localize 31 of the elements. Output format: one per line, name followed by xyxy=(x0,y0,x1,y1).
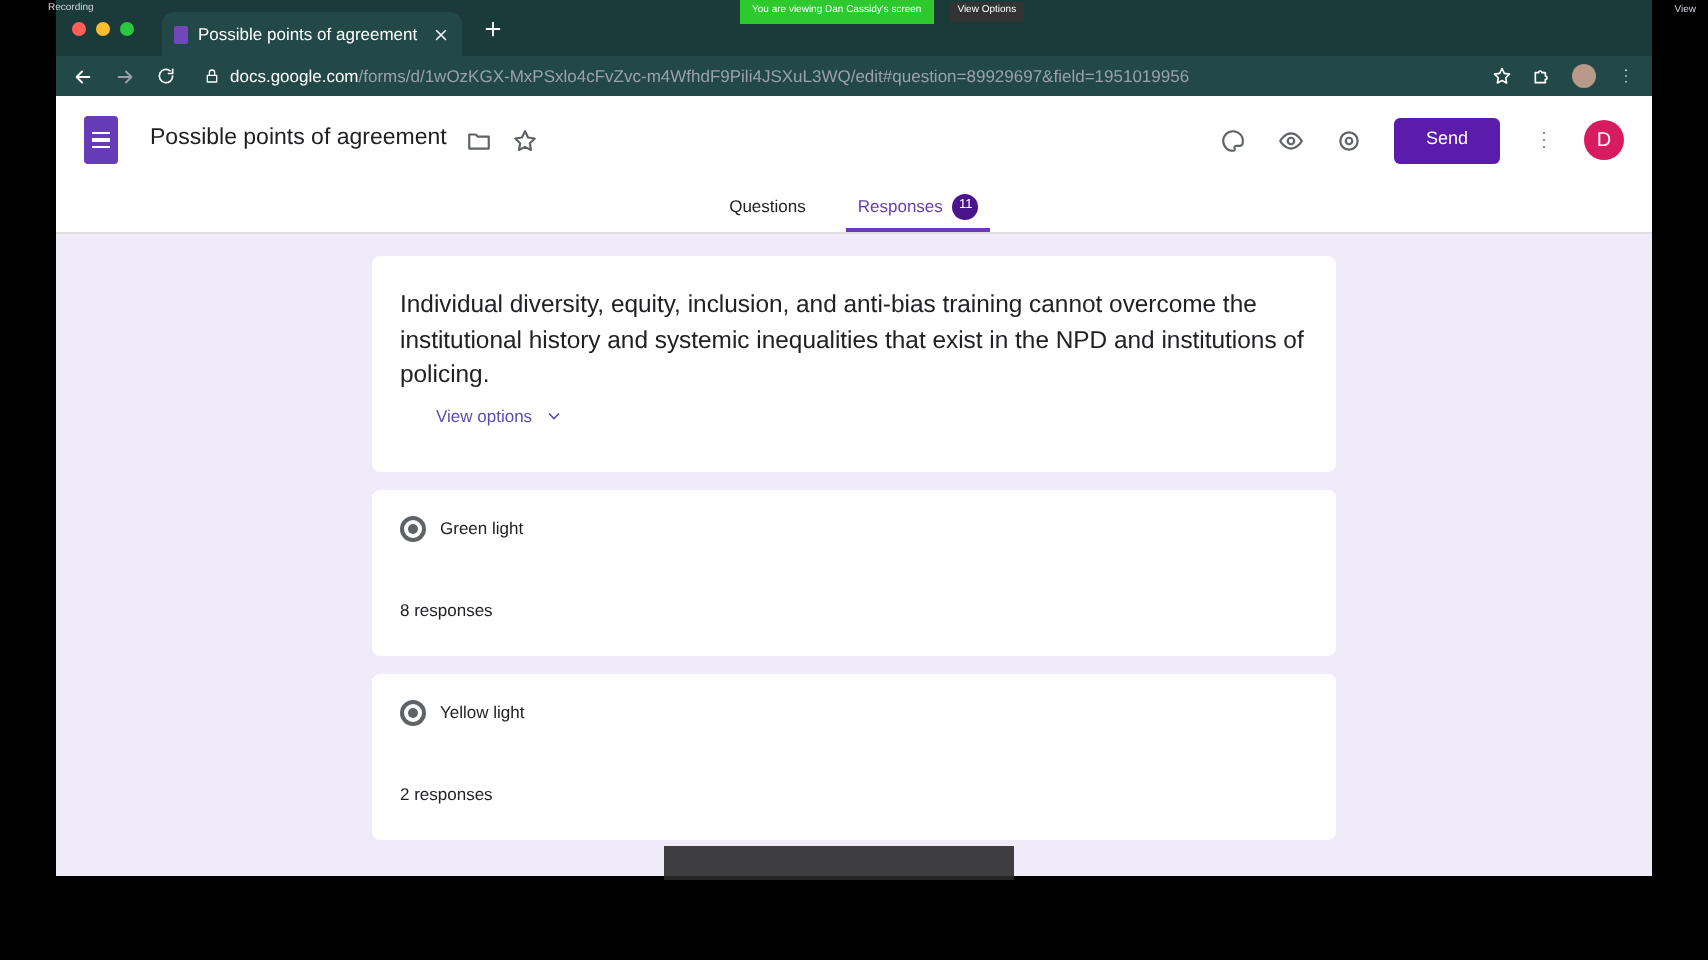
forms-logo-icon[interactable] xyxy=(84,116,118,164)
minimize-window-icon[interactable] xyxy=(96,21,110,35)
url-text: docs.google.com/forms/d/1wOzKGX-MxPSxlo4cFvZvc-m4WfhdF9Pili4JSXuL3WQ/edit#question=89929697&field=1951019956 xyxy=(230,63,1190,89)
answer-label: Green light xyxy=(440,516,524,542)
response-count: 2 responses xyxy=(400,782,495,808)
reload-icon[interactable] xyxy=(156,66,176,86)
new-tab-icon[interactable] xyxy=(482,17,504,39)
forms-favicon-icon xyxy=(174,25,188,43)
send-button[interactable]: Send xyxy=(1394,117,1500,163)
maximize-window-icon[interactable] xyxy=(120,21,134,35)
answer-label: Yellow light xyxy=(440,700,525,726)
form-tab[interactable]: Questions xyxy=(717,184,818,232)
browser-tab[interactable]: Possible points of agreement xyxy=(162,12,462,56)
close-icon[interactable] xyxy=(432,25,450,43)
response-count: 8 responses xyxy=(400,598,495,624)
forward-icon[interactable] xyxy=(114,65,136,87)
close-window-icon[interactable] xyxy=(72,21,86,35)
account-avatar[interactable]: D xyxy=(1584,120,1624,160)
puzzle-icon[interactable] xyxy=(1532,66,1552,86)
star-icon[interactable] xyxy=(512,127,539,153)
back-icon[interactable] xyxy=(72,65,94,87)
palette-icon[interactable] xyxy=(1220,127,1246,153)
question-text: Individual diversity, equity, inclusion, and anti-bias training cannot overcome the institutional history and systemic inequalities that exist in the NPD and institutions of policing. xyxy=(400,288,1306,392)
settings-icon[interactable] xyxy=(1336,127,1362,153)
folder-icon[interactable] xyxy=(466,127,493,153)
preview-eye-icon[interactable] xyxy=(1278,127,1304,153)
lock-icon xyxy=(204,68,220,84)
profile-avatar[interactable] xyxy=(1572,64,1596,88)
form-title[interactable]: Possible points of agreement xyxy=(150,122,447,158)
tab-title: Possible points of agreement xyxy=(198,21,420,47)
view-options-button[interactable]: View options xyxy=(436,403,565,429)
